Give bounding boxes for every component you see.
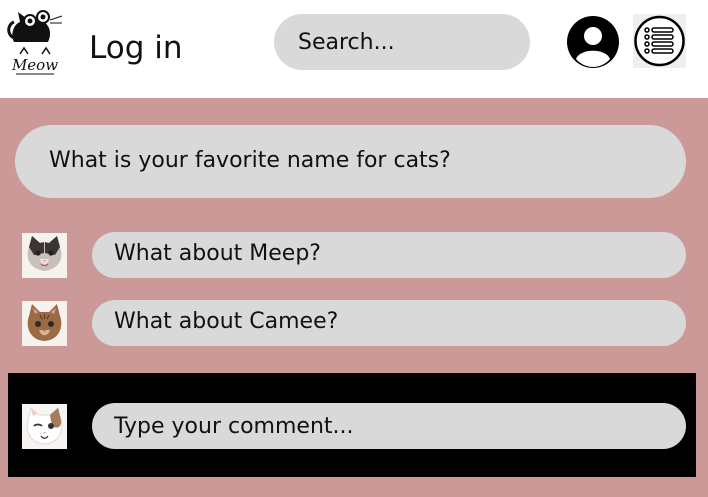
cat-logo-icon: Meow (7, 10, 63, 75)
comment-composer (8, 373, 696, 477)
login-link[interactable]: Log in (89, 28, 182, 68)
comment-bubble: What about Camee? (92, 300, 686, 346)
user-circle-icon (567, 16, 619, 68)
menu-button[interactable] (633, 14, 686, 68)
logo-text: Meow (11, 56, 58, 74)
question-bubble: What is your favorite name for cats? (15, 125, 686, 198)
thread-area: What is your favorite name for cats? Wha… (0, 98, 708, 497)
menu-list-icon (634, 15, 685, 67)
profile-button[interactable] (566, 15, 620, 69)
comment-text: What about Camee? (114, 309, 339, 334)
comment-avatar[interactable] (22, 233, 67, 278)
comment-avatar[interactable] (22, 301, 67, 346)
meow-logo[interactable]: Meow (6, 4, 64, 80)
comment-input[interactable] (92, 403, 686, 449)
question-text: What is your favorite name for cats? (49, 148, 451, 173)
header: Meow Log in (0, 0, 708, 98)
comment-text: What about Meep? (114, 241, 321, 266)
composer-avatar[interactable] (22, 404, 67, 449)
search-input[interactable] (274, 14, 530, 70)
white-cat-avatar-icon (22, 404, 67, 449)
tabby-cat-avatar-icon (22, 233, 67, 278)
comment-bubble: What about Meep? (92, 232, 686, 278)
brown-cat-avatar-icon (22, 301, 67, 346)
